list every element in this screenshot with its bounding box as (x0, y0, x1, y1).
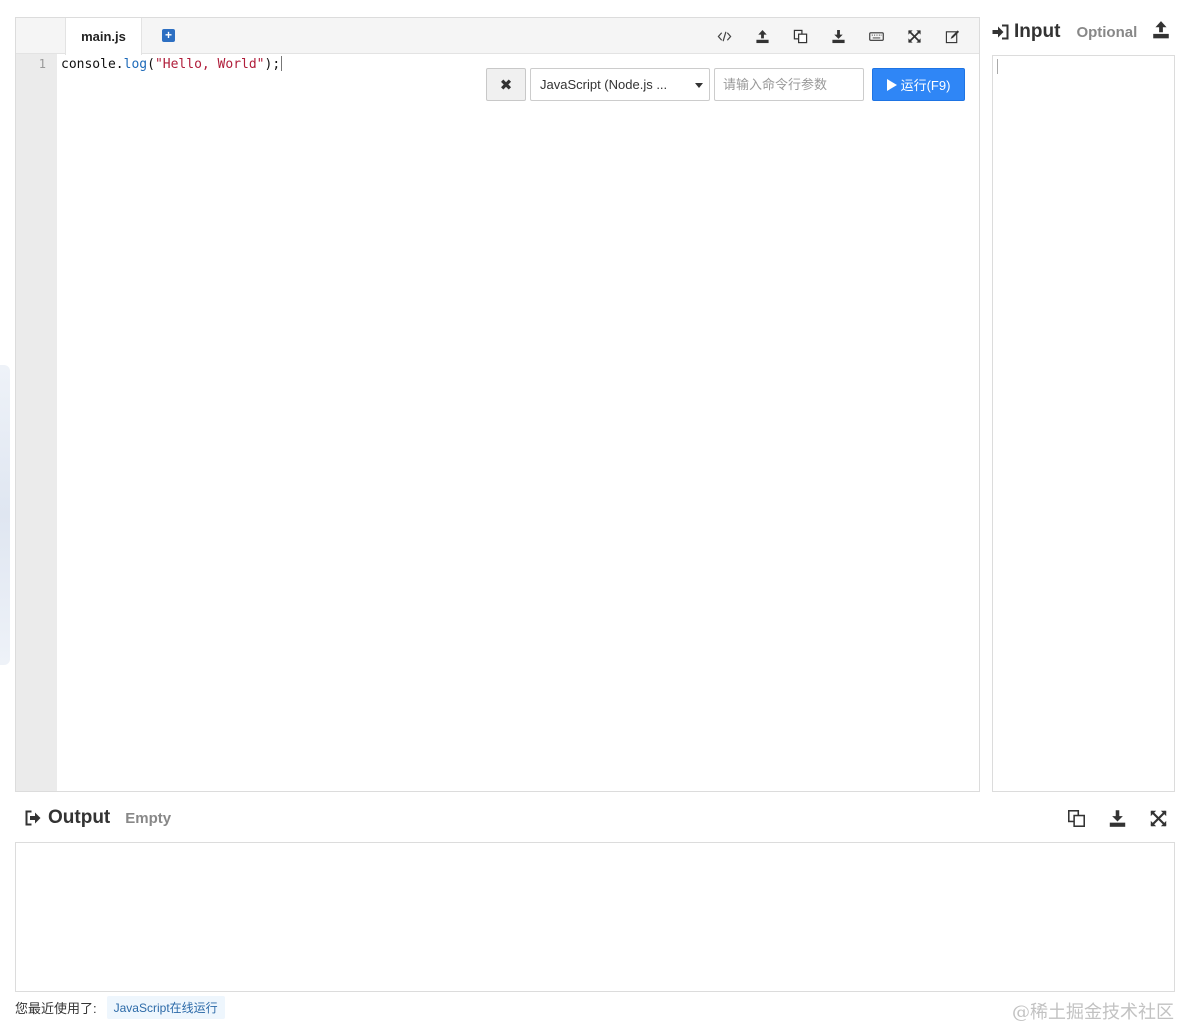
code-editor-panel: main.js + 1 console.log("Hello, World");… (15, 17, 980, 792)
editor-toolbar (705, 26, 971, 46)
input-title: Input (1014, 21, 1061, 42)
code-open-paren: ( (147, 57, 155, 72)
line-number-gutter: 1 (16, 54, 57, 791)
input-optional-label: Optional (1076, 23, 1138, 41)
code-icon[interactable] (705, 26, 743, 46)
tab-label: main.js (81, 29, 126, 44)
watermark: @稀土掘金技术社区 (1012, 1002, 1174, 1023)
upload-icon[interactable] (1152, 20, 1170, 40)
recent-usage-bar: 您最近使用了: JavaScript在线运行 (15, 995, 225, 1019)
output-toolbar (1056, 807, 1179, 829)
left-edge-decoration (0, 365, 10, 665)
download-icon[interactable] (1097, 807, 1138, 829)
copy-icon[interactable] (781, 26, 819, 46)
recent-label: 您最近使用了: (15, 1000, 97, 1016)
run-button[interactable]: 运行(F9) (872, 68, 965, 101)
code-close: ); (264, 57, 281, 72)
language-select[interactable]: JavaScript (Node.js ... (530, 68, 710, 101)
chevron-down-icon (695, 83, 703, 88)
expand-icon[interactable] (1138, 807, 1179, 829)
download-icon[interactable] (819, 26, 857, 46)
add-file-icon[interactable]: + (162, 29, 175, 42)
output-header: Output Empty (25, 805, 171, 831)
code-string: "Hello, World" (154, 57, 265, 72)
editor-tab-bar: main.js + (16, 18, 979, 55)
args-input[interactable] (714, 68, 864, 101)
line-number: 1 (38, 57, 46, 71)
clear-button[interactable]: ✖ (486, 68, 526, 101)
edit-icon[interactable] (933, 26, 971, 46)
run-label: 运行(F9) (900, 78, 951, 93)
play-icon (886, 78, 897, 91)
text-cursor (281, 56, 283, 71)
upload-icon[interactable] (743, 26, 781, 46)
language-selected: JavaScript (Node.js ... (540, 77, 668, 92)
keyboard-icon[interactable] (857, 26, 895, 46)
sign-out-icon (25, 810, 41, 826)
output-console[interactable] (15, 842, 1175, 992)
sign-in-icon (992, 24, 1009, 40)
input-header: Input Optional (992, 19, 1137, 45)
code-area[interactable]: console.log("Hello, World"); (61, 56, 283, 73)
copy-icon[interactable] (1056, 807, 1097, 829)
expand-icon[interactable] (895, 26, 933, 46)
output-title: Output (48, 807, 111, 828)
stdin-input[interactable] (992, 55, 1175, 792)
tab-main-js[interactable]: main.js (65, 18, 142, 55)
text-cursor (997, 59, 998, 74)
code-function: log (123, 57, 148, 72)
recent-item-link[interactable]: JavaScript在线运行 (106, 995, 225, 1019)
output-status: Empty (125, 809, 172, 827)
code-object: console. (61, 57, 124, 72)
